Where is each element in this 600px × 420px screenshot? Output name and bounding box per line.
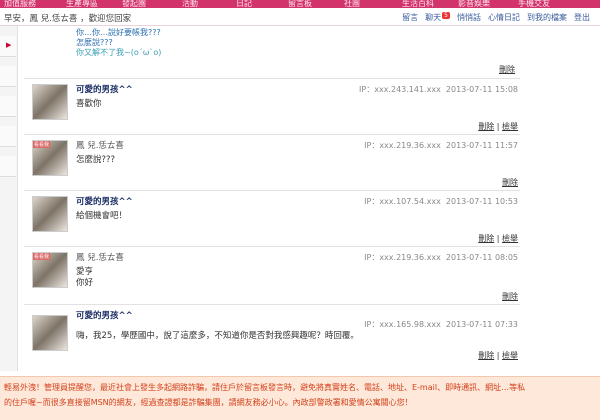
greeting-bar: 早安，鳳 兒.恁ㄊ喜 ，歡迎您回家 留言 聊天 5 悄悄話 心情日記 到我的檔案 … — [0, 9, 600, 26]
avatar-tag: 看看我 — [33, 141, 51, 148]
guestbook-entry: 可愛的男孩^^ IP：xxx.107.54.xxx 2013-07-11 10:… — [24, 190, 520, 247]
author-name[interactable]: 可愛的男孩^^ — [76, 83, 133, 95]
message-text: 愛亨 你好 — [76, 267, 94, 288]
nav-item-5[interactable]: 日記 — [236, 0, 252, 8]
entry-actions: 刪除 — [502, 177, 518, 188]
report-link[interactable]: 檢舉 — [502, 122, 518, 131]
entry-meta: IP：xxx.107.54.xxx 2013-07-11 10:53 — [364, 197, 518, 206]
nav-item-10[interactable]: 手機交友 — [518, 0, 550, 8]
message-text: 喜歡你 — [76, 99, 102, 109]
nav-item-4[interactable]: 活動 — [182, 0, 198, 8]
entry-actions: 刪除 — [502, 291, 518, 302]
nav-item-6[interactable]: 留言板 — [288, 0, 312, 8]
guestbook-entry: 可愛的男孩^^ IP：xxx.165.98.xxx 2013-07-11 07:… — [24, 304, 520, 371]
entry-meta: IP：xxx.219.36.xxx 2013-07-11 08:05 — [364, 253, 518, 262]
entry-actions: 刪除 | 檢舉 — [478, 122, 518, 131]
report-link[interactable]: 檢舉 — [502, 351, 518, 360]
messages-link[interactable]: 留言 — [402, 12, 418, 23]
delete-link[interactable]: 刪除 — [502, 178, 518, 187]
avatar[interactable] — [32, 315, 68, 351]
top-links: 留言 聊天 5 悄悄話 心情日記 到我的檔案 登出 — [402, 12, 590, 23]
nav-item-8[interactable]: 生活百科 — [402, 0, 434, 8]
logout-link[interactable]: 登出 — [574, 12, 590, 23]
profile-link[interactable]: 到我的檔案 — [527, 12, 567, 23]
author-name[interactable]: 可愛的男孩^^ — [76, 309, 133, 321]
avatar[interactable] — [32, 84, 68, 120]
avatar[interactable] — [32, 196, 68, 232]
guestbook-entry: 看看我 鳳 兒.恁ㄊ喜 IP：xxx.219.36.xxx 2013-07-11… — [24, 246, 520, 305]
nav-item-9[interactable]: 影音娛樂 — [458, 0, 490, 8]
notice-line: 的住戶喔~而很多直接留MSN的網友，經過查證都是詐騙集團，請網友務必小心。內政部… — [4, 398, 413, 407]
notice-line: 輕易外洩！管理員提醒您，最近社會上發生多起網路詐騙，請住戶於留言板發言時，避免將… — [4, 383, 526, 392]
nav-item-7[interactable]: 社團 — [344, 0, 360, 8]
arrow-right-icon: ▶ — [6, 41, 12, 49]
delete-link[interactable]: 刪除 — [478, 351, 494, 360]
message-text: 給個機會吧！ — [76, 211, 128, 221]
author-name[interactable]: 鳳 兒.恁ㄊ喜 — [76, 251, 124, 263]
message-line: 你…你…說好要帳我??? — [76, 28, 161, 37]
sidebar: ▶ — [0, 26, 18, 371]
sidebar-tab[interactable] — [0, 126, 16, 147]
delete-link[interactable]: 刪除 — [478, 234, 494, 243]
avatar[interactable]: 看看我 — [32, 140, 68, 176]
safety-notice: 輕易外洩！管理員提醒您，最近社會上發生多起網路詐騙，請住戶於留言板發言時，避免將… — [0, 376, 600, 420]
message-line: 你又解不了我~(o´ω`o) — [76, 48, 162, 57]
sidebar-tab[interactable] — [0, 156, 16, 177]
avatar[interactable]: 看看我 — [32, 252, 68, 288]
entry-meta: IP：xxx.243.141.xxx 2013-07-11 15:08 — [359, 85, 518, 94]
top-nav-bar: 加值服務 生產專區 發起團 活動 日記 留言板 社團 生活百科 影音娛樂 手機交… — [0, 0, 600, 8]
author-name[interactable]: 可愛的男孩^^ — [76, 195, 133, 207]
nav-item-2[interactable]: 生產專區 — [66, 0, 98, 8]
guestbook-entry: 看看我 鳳 兒.恁ㄊ喜 IP：xxx.219.36.xxx 2013-07-11… — [24, 134, 520, 191]
guestbook-entry: 可愛的男孩^^ IP：xxx.243.141.xxx 2013-07-11 15… — [24, 78, 520, 135]
delete-link[interactable]: 刪除 — [478, 122, 494, 131]
nav-item-3[interactable]: 發起團 — [122, 0, 146, 8]
greeting-text: 早安，鳳 兒.恁ㄊ喜 ，歡迎您回家 — [4, 14, 132, 24]
delete-link[interactable]: 刪除 — [502, 292, 518, 301]
diary-link[interactable]: 心情日記 — [488, 12, 520, 23]
sidebar-tab[interactable] — [0, 66, 16, 87]
chat-count-badge: 5 — [442, 12, 450, 19]
author-name[interactable]: 鳳 兒.恁ㄊ喜 — [76, 139, 124, 151]
message-text: 嗨，我25，學歷國中，說了這麼多，不知道你是否對我感興趣呢？時回覆。 — [76, 331, 359, 341]
whisper-link[interactable]: 悄悄話 — [457, 12, 481, 23]
report-link[interactable]: 檢舉 — [502, 234, 518, 243]
entry-actions: 刪除 | 檢舉 — [478, 234, 518, 243]
delete-link[interactable]: 刪除 — [499, 64, 515, 75]
entry-meta: IP：xxx.165.98.xxx 2013-07-11 07:33 — [364, 320, 518, 329]
entry-meta: IP：xxx.219.36.xxx 2013-07-11 11:57 — [364, 141, 518, 150]
message-text: 怎麼說??? — [76, 155, 116, 165]
message-line: 怎麼說??? — [76, 38, 113, 47]
sidebar-toggle[interactable]: ▶ — [0, 36, 16, 57]
chat-link[interactable]: 聊天 5 — [425, 12, 450, 23]
nav-item-1[interactable]: 加值服務 — [4, 0, 36, 8]
sidebar-tab[interactable] — [0, 96, 16, 117]
avatar-tag: 看看我 — [33, 253, 51, 260]
partial-message: 你…你…說好要帳我??? 怎麼說??? 你又解不了我~(o´ω`o) — [76, 28, 161, 58]
entry-actions: 刪除 | 檢舉 — [478, 351, 518, 360]
